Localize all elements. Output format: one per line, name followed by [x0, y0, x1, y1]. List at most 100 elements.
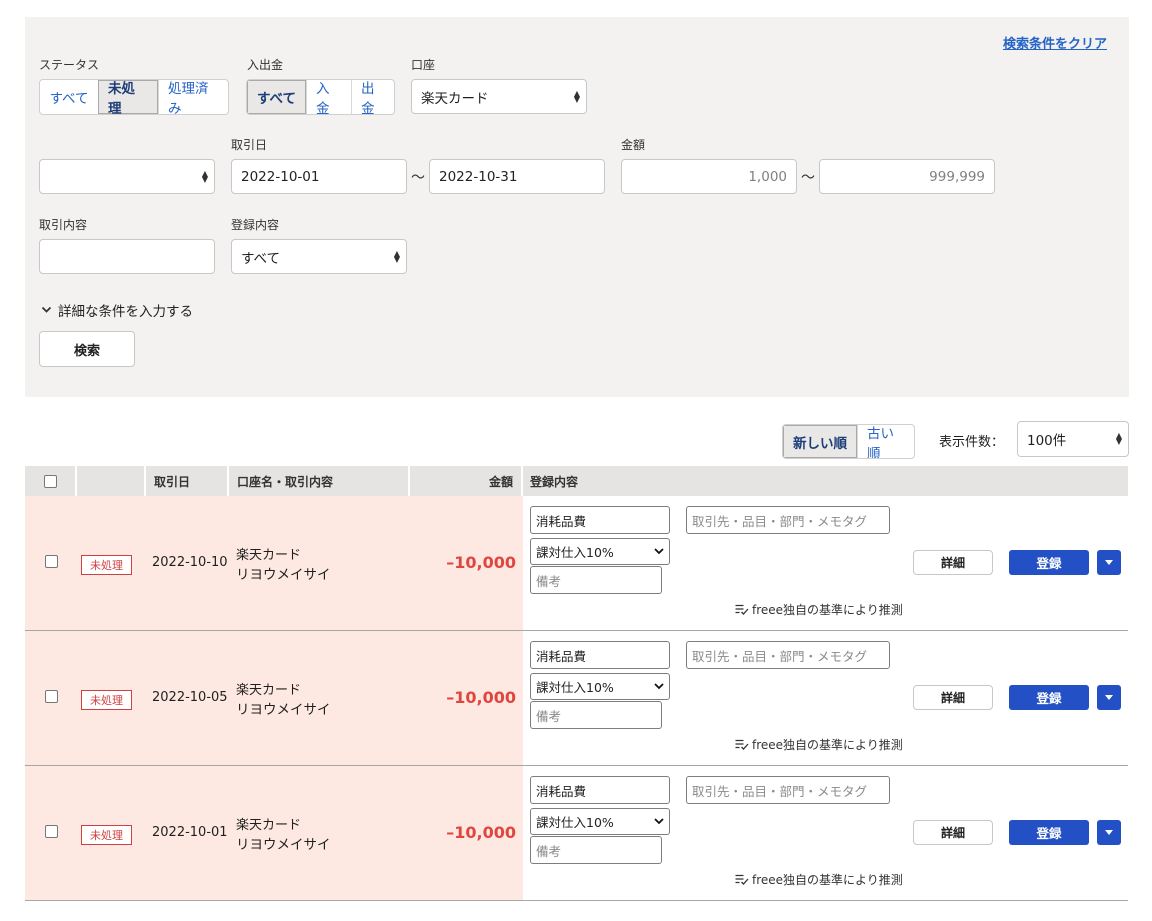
table-row: 未処理 2022-10-10 楽天カード リヨウメイサイ –10,000 消耗品… — [25, 496, 1128, 631]
status-option-processed[interactable]: 処理済み — [158, 80, 228, 114]
sort-option-oldest[interactable]: 古い順 — [857, 425, 914, 458]
register-button[interactable]: 登録 — [1009, 820, 1089, 845]
select-all-checkbox[interactable] — [43, 474, 57, 488]
category-input[interactable]: 消耗品費 — [530, 776, 670, 804]
register-options-button[interactable] — [1097, 685, 1121, 710]
inout-option-all[interactable]: すべて — [247, 80, 306, 114]
page-size-select[interactable]: 100件 ▲ ▼ — [1017, 421, 1129, 457]
row-amount: –10,000 — [446, 823, 516, 842]
tags-input[interactable]: 取引先・品目・部門・メモタグ — [686, 641, 890, 669]
status-label: ステータス — [39, 58, 100, 72]
row-date: 2022-10-01 — [152, 825, 228, 840]
registration-label: 登録内容 — [231, 218, 280, 232]
tax-select[interactable]: 課対仕入10% — [530, 538, 670, 565]
amount-min-input[interactable]: 1,000 — [621, 159, 797, 194]
caret-down-icon — [1105, 830, 1113, 835]
header-amount: 金額 — [410, 466, 523, 496]
row-checkbox[interactable] — [45, 825, 58, 838]
inout-label: 入出金 — [247, 58, 284, 72]
guess-list-check-icon — [735, 739, 749, 750]
tax-select-value: 課対仕入10% — [536, 545, 614, 560]
date-from-input[interactable]: 2022-10-01 — [231, 159, 407, 194]
clear-filters-link[interactable]: 検索条件をクリア — [1003, 33, 1107, 52]
filter-panel — [25, 17, 1129, 397]
chevron-down-icon — [654, 818, 664, 825]
row-description: リヨウメイサイ — [236, 567, 331, 583]
select-updown-icon: ▲ ▼ — [393, 248, 400, 264]
select-updown-icon: ▲ ▼ — [201, 168, 208, 184]
select-updown-icon: ▲ ▼ — [1115, 431, 1122, 446]
header-account: 口座名・取引内容 — [229, 466, 410, 496]
date-range-separator: 〜 — [411, 170, 425, 186]
row-checkbox[interactable] — [45, 555, 58, 568]
inout-segmented: すべて 入金 出金 — [246, 79, 395, 115]
table-row: 未処理 2022-10-01 楽天カード リヨウメイサイ –10,000 消耗品… — [25, 766, 1128, 901]
date-label: 取引日 — [231, 138, 268, 152]
chevron-down-icon — [41, 306, 52, 313]
table-row: 未処理 2022-10-05 楽天カード リヨウメイサイ –10,000 消耗品… — [25, 631, 1128, 766]
register-button[interactable]: 登録 — [1009, 550, 1089, 575]
category-input[interactable]: 消耗品費 — [530, 506, 670, 534]
detail-button[interactable]: 詳細 — [913, 685, 993, 710]
row-description: リヨウメイサイ — [236, 702, 331, 718]
ai-guess-note: freee独自の基準により推測 — [735, 601, 903, 618]
status-badge: 未処理 — [81, 555, 132, 575]
row-date: 2022-10-10 — [152, 555, 228, 570]
tax-select[interactable]: 課対仕入10% — [530, 673, 670, 700]
memo-input[interactable]: 備考 — [530, 566, 662, 594]
memo-input[interactable]: 備考 — [530, 701, 662, 729]
content-input[interactable] — [39, 239, 215, 274]
chevron-down-icon — [654, 683, 664, 690]
tax-select[interactable]: 課対仕入10% — [530, 808, 670, 835]
guess-list-check-icon — [735, 604, 749, 615]
row-amount: –10,000 — [446, 553, 516, 572]
guess-list-check-icon — [735, 874, 749, 885]
ai-guess-note: freee独自の基準により推測 — [735, 871, 903, 888]
register-button[interactable]: 登録 — [1009, 685, 1089, 710]
registration-select[interactable]: すべて ▲ ▼ — [231, 239, 407, 274]
search-button[interactable]: 検索 — [39, 331, 135, 367]
registration-select-value: すべて — [241, 250, 281, 267]
ai-guess-note-text: freee独自の基準により推測 — [752, 873, 903, 887]
register-options-button[interactable] — [1097, 550, 1121, 575]
caret-down-icon — [1105, 560, 1113, 565]
detail-button[interactable]: 詳細 — [913, 820, 993, 845]
table-header: 取引日 口座名・取引内容 金額 登録内容 — [25, 466, 1128, 496]
chevron-down-icon — [654, 548, 664, 555]
page-size-label: 表示件数： — [939, 435, 1005, 450]
amount-max-input[interactable]: 999,999 — [819, 159, 995, 194]
tags-input[interactable]: 取引先・品目・部門・メモタグ — [686, 506, 890, 534]
inout-option-expense[interactable]: 出金 — [351, 80, 394, 114]
row-checkbox[interactable] — [45, 690, 58, 703]
category-input[interactable]: 消耗品費 — [530, 641, 670, 669]
sort-option-newest[interactable]: 新しい順 — [783, 425, 857, 458]
row-amount: –10,000 — [446, 688, 516, 707]
sort-segmented: 新しい順 古い順 — [782, 424, 915, 459]
select-updown-icon: ▲ ▼ — [573, 88, 580, 104]
row-account: 楽天カード — [236, 548, 302, 563]
status-option-unprocessed[interactable]: 未処理 — [98, 80, 158, 114]
status-badge: 未処理 — [81, 825, 132, 845]
account-label: 口座 — [411, 58, 436, 72]
page-size-value: 100件 — [1027, 433, 1067, 449]
date-type-select[interactable]: ▲ ▼ — [39, 159, 215, 194]
header-status-cell — [77, 466, 146, 496]
account-select-value: 楽天カード — [421, 90, 489, 107]
date-to-input[interactable]: 2022-10-31 — [429, 159, 605, 194]
detail-button[interactable]: 詳細 — [913, 550, 993, 575]
content-label: 取引内容 — [39, 218, 88, 232]
ai-guess-note-text: freee独自の基準により推測 — [752, 738, 903, 752]
caret-down-icon — [1105, 695, 1113, 700]
ai-guess-note: freee独自の基準により推測 — [735, 736, 903, 753]
memo-input[interactable]: 備考 — [530, 836, 662, 864]
row-date: 2022-10-05 — [152, 690, 228, 705]
advanced-conditions-toggle[interactable]: 詳細な条件を入力する — [41, 300, 193, 320]
inout-option-income[interactable]: 入金 — [306, 80, 351, 114]
register-options-button[interactable] — [1097, 820, 1121, 845]
tags-input[interactable]: 取引先・品目・部門・メモタグ — [686, 776, 890, 804]
account-select[interactable]: 楽天カード ▲ ▼ — [411, 79, 587, 114]
ai-guess-note-text: freee独自の基準により推測 — [752, 603, 903, 617]
header-date: 取引日 — [146, 466, 229, 496]
status-option-all[interactable]: すべて — [40, 80, 98, 114]
amount-range-separator: 〜 — [801, 170, 815, 186]
